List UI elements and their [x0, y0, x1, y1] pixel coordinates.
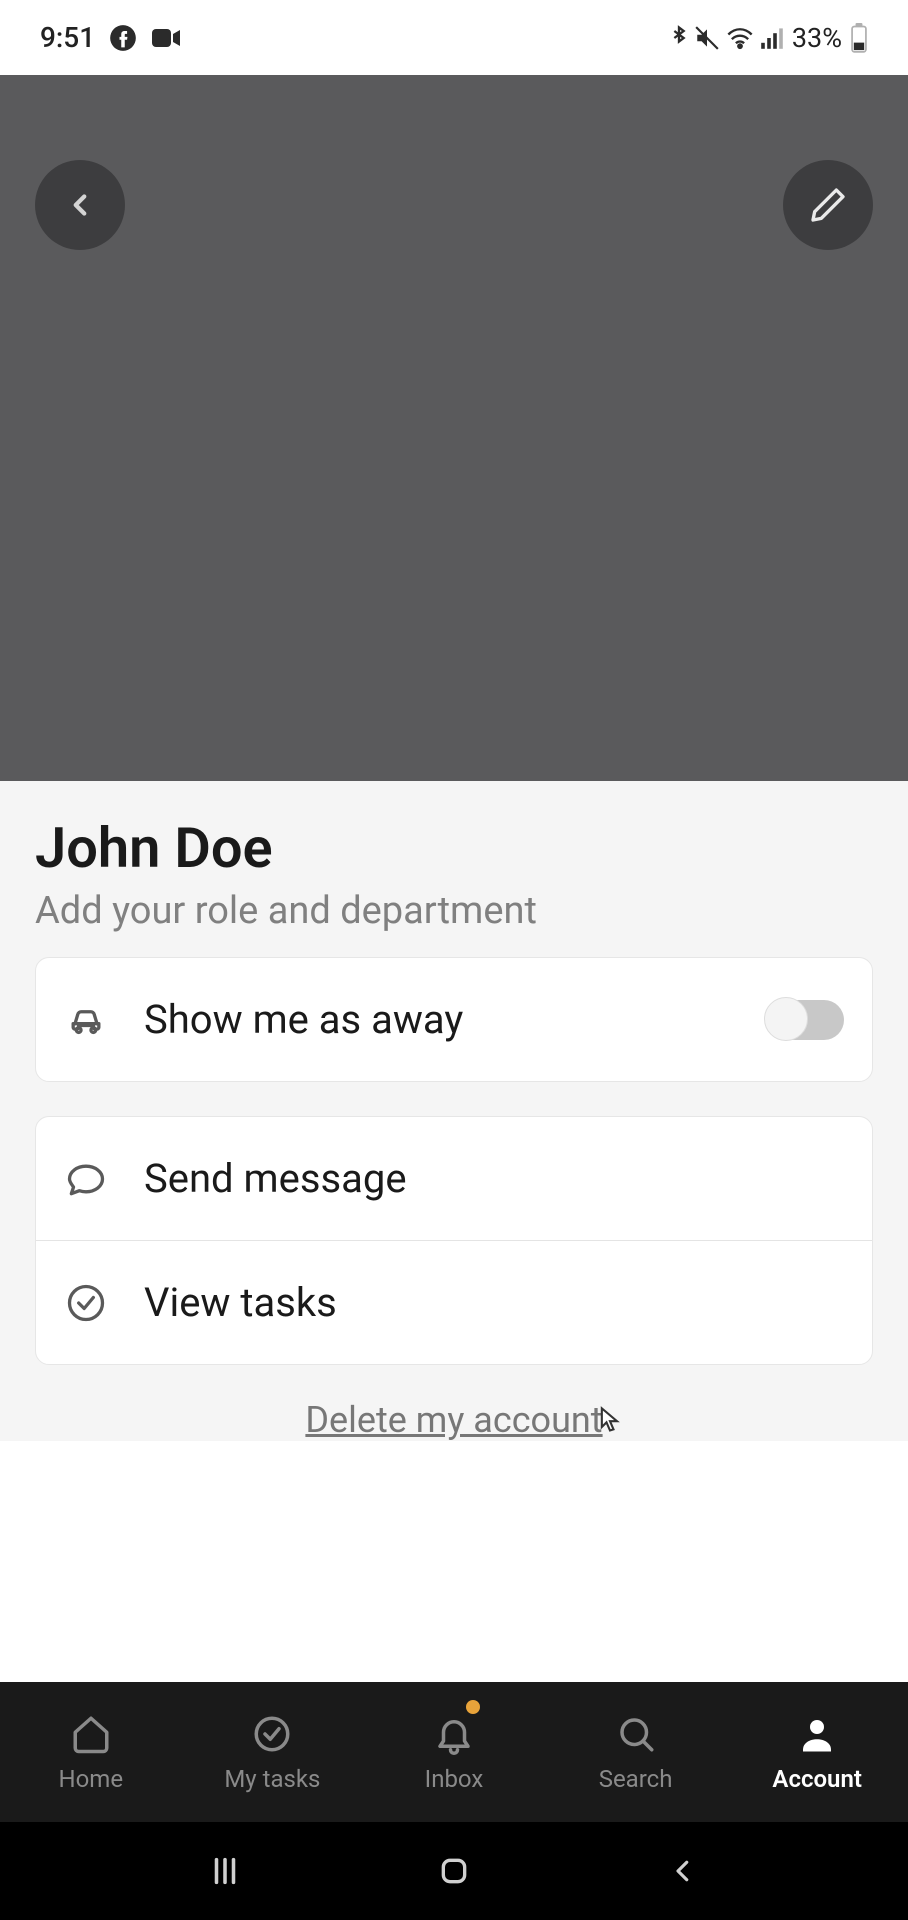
recents-icon [208, 1854, 242, 1888]
facebook-icon [109, 24, 137, 52]
nav-inbox-label: Inbox [425, 1765, 484, 1793]
view-tasks-label: View tasks [144, 1279, 844, 1326]
mute-vibrate-icon [694, 25, 720, 51]
person-icon [794, 1711, 840, 1757]
pencil-icon [808, 185, 848, 225]
search-icon [613, 1711, 659, 1757]
car-icon [64, 998, 108, 1042]
delete-account-link[interactable]: Delete my account [35, 1399, 873, 1441]
bluetooth-icon [670, 24, 688, 52]
bell-icon [431, 1711, 477, 1757]
nav-account-label: Account [772, 1765, 862, 1793]
cursor-icon [597, 1401, 623, 1427]
notification-badge [466, 1700, 480, 1714]
task-check-icon [249, 1711, 295, 1757]
signal-icon [760, 26, 784, 50]
delete-account-text: Delete my account [305, 1399, 602, 1441]
bottom-nav: Home My tasks Inbox Search Account [0, 1682, 908, 1822]
send-message-row[interactable]: Send message [36, 1117, 872, 1240]
nav-mytasks[interactable]: My tasks [182, 1682, 364, 1822]
nav-search-label: Search [599, 1765, 673, 1793]
chevron-left-icon [63, 188, 97, 222]
sys-home-button[interactable] [432, 1849, 476, 1893]
status-bar: 9:51 33% [0, 0, 908, 75]
home-square-icon [438, 1855, 470, 1887]
speech-bubble-icon [64, 1157, 108, 1201]
wifi-icon [726, 26, 754, 50]
toggle-knob [764, 997, 808, 1041]
profile-cover [0, 75, 908, 781]
sys-back-button[interactable] [661, 1849, 705, 1893]
edit-button[interactable] [783, 160, 873, 250]
checkmark-circle-icon [64, 1281, 108, 1325]
video-icon [151, 26, 181, 50]
battery-icon [850, 23, 868, 53]
home-icon [68, 1711, 114, 1757]
send-message-label: Send message [144, 1155, 844, 1202]
nav-mytasks-label: My tasks [224, 1765, 320, 1793]
nav-account[interactable]: Account [726, 1682, 908, 1822]
status-time: 9:51 [40, 21, 95, 54]
chevron-left-icon [668, 1856, 698, 1886]
view-tasks-row[interactable]: View tasks [36, 1240, 872, 1364]
nav-inbox[interactable]: Inbox [363, 1682, 545, 1822]
system-nav [0, 1822, 908, 1920]
profile-role-placeholder[interactable]: Add your role and department [35, 889, 873, 933]
away-label: Show me as away [144, 996, 732, 1043]
sys-recents-button[interactable] [203, 1849, 247, 1893]
nav-home[interactable]: Home [0, 1682, 182, 1822]
nav-home-label: Home [59, 1765, 124, 1793]
profile-content: John Doe Add your role and department Sh… [0, 781, 908, 1441]
actions-card: Send message View tasks [35, 1116, 873, 1365]
away-toggle[interactable] [768, 1000, 844, 1040]
back-button[interactable] [35, 160, 125, 250]
nav-search[interactable]: Search [545, 1682, 727, 1822]
away-card: Show me as away [35, 957, 873, 1082]
away-row[interactable]: Show me as away [36, 958, 872, 1081]
battery-percent: 33% [792, 22, 842, 54]
profile-name: John Doe [35, 815, 873, 881]
